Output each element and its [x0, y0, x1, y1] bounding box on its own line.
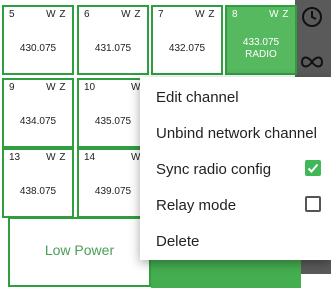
channel-flags: W Z — [46, 152, 66, 163]
channel-frequency: 435.075 — [94, 116, 132, 127]
checkmark-icon — [307, 163, 319, 173]
menu-item-label: Delete — [156, 232, 200, 250]
channel-frequency: 430.075 — [19, 43, 57, 54]
channel-number: 13 — [9, 152, 21, 163]
infinity-icon[interactable] — [297, 47, 327, 77]
channel-frequency: 432.075 — [168, 43, 206, 54]
channel-number: 6 — [84, 9, 90, 20]
channel-flags: W Z — [46, 82, 66, 93]
channel-number: 14 — [84, 152, 96, 163]
channel-tile-6[interactable]: 6 W Z 431.075 — [77, 5, 149, 75]
clock-icon[interactable] — [297, 2, 327, 32]
channel-number: 5 — [9, 9, 15, 20]
menu-item-label: Relay mode — [156, 196, 237, 214]
channel-frequency: 434.075 — [19, 116, 57, 127]
menu-item-label: Sync radio config — [156, 160, 272, 178]
channel-flags: W Z — [269, 9, 289, 20]
channel-frequency: 439.075 — [94, 186, 132, 197]
menu-item-label: Edit channel — [156, 88, 239, 106]
menu-item-label: Unbind network channel — [156, 124, 317, 142]
channel-tile-9[interactable]: 9 W Z 434.075 — [2, 78, 74, 148]
channel-flags: W Z — [121, 9, 141, 20]
sync-radio-config-checkbox[interactable] — [305, 160, 321, 176]
channel-frequency: 431.075 — [94, 43, 132, 54]
green-action-button[interactable] — [151, 258, 301, 288]
menu-item-delete[interactable]: Delete — [140, 223, 331, 259]
channel-tile-8[interactable]: 8 W Z 433.075 RADIO — [225, 5, 297, 75]
channel-tile-5[interactable]: 5 W Z 430.075 — [2, 5, 74, 75]
menu-item-edit-channel[interactable]: Edit channel — [140, 79, 331, 115]
low-power-button[interactable]: Low Power — [8, 217, 151, 287]
channel-flags: W Z — [195, 9, 215, 20]
channel-tile-13[interactable]: 13 W Z 438.075 — [2, 148, 74, 218]
menu-item-unbind-network-channel[interactable]: Unbind network channel — [140, 115, 331, 151]
menu-item-relay-mode[interactable]: Relay mode — [140, 187, 331, 223]
relay-mode-checkbox[interactable] — [305, 196, 321, 212]
channel-tile-7[interactable]: 7 W Z 432.075 — [151, 5, 223, 75]
channel-number: 7 — [158, 9, 164, 20]
channel-radio-label: RADIO — [245, 49, 277, 60]
channel-number: 8 — [232, 9, 238, 20]
channel-number: 10 — [84, 82, 96, 93]
channel-frequency: 433.075 — [242, 37, 280, 48]
channel-frequency: 438.075 — [19, 186, 57, 197]
channel-tile-10[interactable]: 10 W 435.075 — [77, 78, 149, 148]
channel-tile-14[interactable]: 14 W 439.075 — [77, 148, 149, 218]
channel-flags: W Z — [46, 9, 66, 20]
channel-number: 9 — [9, 82, 15, 93]
channel-context-menu: Edit channel Unbind network channel Sync… — [140, 77, 331, 260]
low-power-label: Low Power — [44, 242, 115, 258]
menu-item-sync-radio-config[interactable]: Sync radio config — [140, 151, 331, 187]
